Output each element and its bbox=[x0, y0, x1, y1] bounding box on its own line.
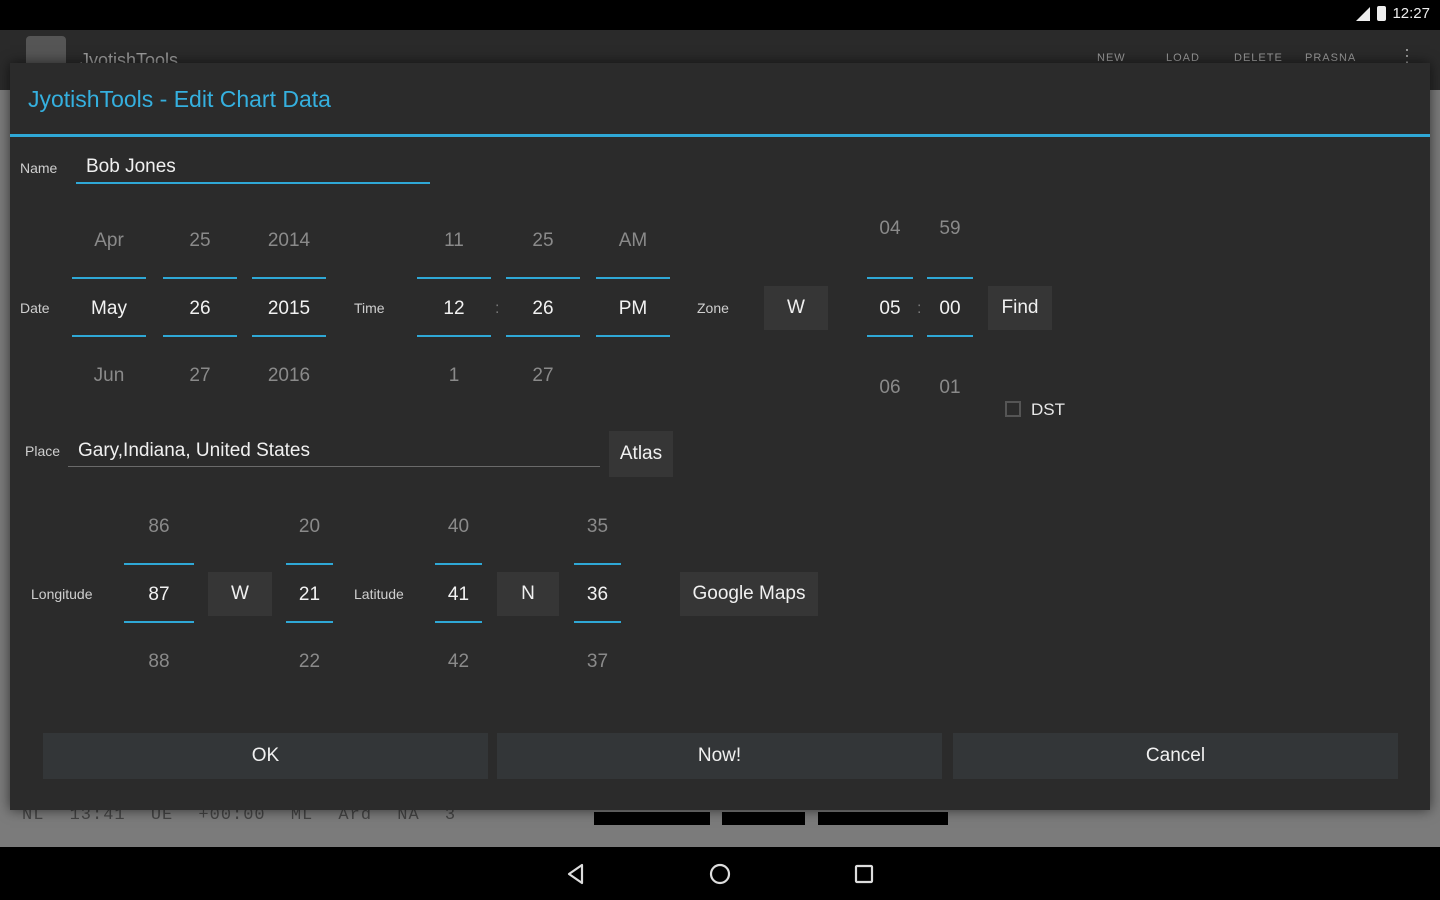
ampm-picker[interactable]: PM bbox=[596, 298, 670, 320]
chart-tab-block bbox=[594, 812, 710, 825]
month-prev[interactable]: Apr bbox=[72, 230, 146, 252]
latitude-degrees-divider-top bbox=[435, 563, 482, 565]
place-label: Place bbox=[25, 443, 61, 459]
dst-checkbox[interactable] bbox=[1005, 401, 1021, 417]
recents-icon[interactable] bbox=[846, 858, 882, 890]
longitude-degrees-next[interactable]: 88 bbox=[124, 651, 194, 673]
longitude-minutes-prev[interactable]: 20 bbox=[286, 516, 333, 538]
minute-prev[interactable]: 25 bbox=[506, 230, 580, 252]
zone-direction-button[interactable]: W bbox=[764, 286, 828, 330]
atlas-button[interactable]: Atlas bbox=[609, 431, 673, 477]
latitude-minutes-divider-bottom bbox=[574, 621, 621, 623]
ok-button[interactable]: OK bbox=[43, 733, 488, 779]
battery-icon bbox=[1377, 6, 1387, 21]
longitude-degrees-divider-top bbox=[124, 563, 194, 565]
longitude-minutes-next[interactable]: 22 bbox=[286, 651, 333, 673]
longitude-minutes-picker[interactable]: 21 bbox=[286, 584, 333, 606]
day-picker[interactable]: 26 bbox=[163, 298, 237, 320]
time-label: Time bbox=[354, 300, 385, 316]
latitude-degrees-prev[interactable]: 40 bbox=[435, 516, 482, 538]
home-icon[interactable] bbox=[702, 858, 738, 890]
google-maps-button[interactable]: Google Maps bbox=[680, 572, 818, 616]
day-next[interactable]: 27 bbox=[163, 365, 237, 387]
ampm-divider-bottom bbox=[596, 335, 670, 337]
find-button[interactable]: Find bbox=[988, 286, 1052, 330]
latitude-degrees-divider-bottom bbox=[435, 621, 482, 623]
zone-hours-prev[interactable]: 04 bbox=[867, 218, 913, 240]
year-prev[interactable]: 2014 bbox=[252, 230, 326, 252]
day-divider-bottom bbox=[163, 335, 237, 337]
longitude-minutes-divider-bottom bbox=[286, 621, 333, 623]
zone-minutes-prev[interactable]: 59 bbox=[927, 218, 973, 240]
latitude-minutes-prev[interactable]: 35 bbox=[574, 516, 621, 538]
status-time: 12:27 bbox=[1392, 5, 1430, 22]
year-divider-top bbox=[252, 277, 326, 279]
minute-divider-top bbox=[506, 277, 580, 279]
month-picker[interactable]: May bbox=[72, 298, 146, 320]
ampm-divider-top bbox=[596, 277, 670, 279]
zone-minutes-picker[interactable]: 00 bbox=[927, 298, 973, 320]
minute-picker[interactable]: 26 bbox=[506, 298, 580, 320]
chart-tab-block bbox=[722, 812, 805, 825]
latitude-degrees-next[interactable]: 42 bbox=[435, 651, 482, 673]
name-input[interactable]: Bob Jones bbox=[86, 156, 176, 178]
year-divider-bottom bbox=[252, 335, 326, 337]
zone-minutes-next[interactable]: 01 bbox=[927, 377, 973, 399]
hour-divider-top bbox=[417, 277, 491, 279]
latitude-minutes-divider-top bbox=[574, 563, 621, 565]
latitude-minutes-next[interactable]: 37 bbox=[574, 651, 621, 673]
date-label: Date bbox=[20, 300, 50, 316]
place-input[interactable]: Gary,Indiana, United States bbox=[78, 440, 310, 462]
dialog-title: JyotishTools - Edit Chart Data bbox=[28, 86, 331, 112]
signal-icon bbox=[1356, 6, 1371, 21]
hour-next[interactable]: 1 bbox=[417, 365, 491, 387]
month-divider-top bbox=[72, 277, 146, 279]
zone-hours-divider-top bbox=[867, 277, 913, 279]
place-input-underline bbox=[68, 466, 600, 467]
zone-minutes-divider-top bbox=[927, 277, 973, 279]
cancel-button[interactable]: Cancel bbox=[953, 733, 1398, 779]
month-next[interactable]: Jun bbox=[72, 365, 146, 387]
month-divider-bottom bbox=[72, 335, 146, 337]
zone-hours-divider-bottom bbox=[867, 335, 913, 337]
name-label: Name bbox=[20, 160, 58, 176]
edit-chart-dialog bbox=[10, 63, 1430, 810]
latitude-direction-button[interactable]: N bbox=[497, 572, 559, 616]
zone-minutes-divider-bottom bbox=[927, 335, 973, 337]
longitude-minutes-divider-top bbox=[286, 563, 333, 565]
name-input-underline bbox=[76, 182, 430, 184]
hour-divider-bottom bbox=[417, 335, 491, 337]
dst-label: DST bbox=[1031, 400, 1065, 419]
day-divider-top bbox=[163, 277, 237, 279]
longitude-degrees-picker[interactable]: 87 bbox=[124, 584, 194, 606]
longitude-degrees-divider-bottom bbox=[124, 621, 194, 623]
hour-picker[interactable]: 12 bbox=[417, 298, 491, 320]
longitude-label: Longitude bbox=[31, 586, 93, 602]
minute-divider-bottom bbox=[506, 335, 580, 337]
ampm-prev[interactable]: AM bbox=[596, 230, 670, 252]
hour-prev[interactable]: 11 bbox=[417, 230, 491, 252]
longitude-degrees-prev[interactable]: 86 bbox=[124, 516, 194, 538]
year-next[interactable]: 2016 bbox=[252, 365, 326, 387]
year-picker[interactable]: 2015 bbox=[252, 298, 326, 320]
minute-next[interactable]: 27 bbox=[506, 365, 580, 387]
zone-separator: : bbox=[917, 300, 922, 317]
now-button[interactable]: Now! bbox=[497, 733, 942, 779]
back-icon[interactable] bbox=[558, 858, 594, 890]
title-divider bbox=[10, 134, 1430, 137]
latitude-label: Latitude bbox=[354, 586, 404, 602]
latitude-minutes-picker[interactable]: 36 bbox=[574, 584, 621, 606]
day-prev[interactable]: 25 bbox=[163, 230, 237, 252]
latitude-degrees-picker[interactable]: 41 bbox=[435, 584, 482, 606]
time-separator: : bbox=[495, 300, 500, 317]
zone-label: Zone bbox=[697, 300, 729, 316]
zone-hours-next[interactable]: 06 bbox=[867, 377, 913, 399]
zone-hours-picker[interactable]: 05 bbox=[867, 298, 913, 320]
longitude-direction-button[interactable]: W bbox=[208, 572, 272, 616]
status-bar bbox=[0, 0, 1440, 30]
chart-tab-block bbox=[818, 812, 948, 825]
status-icons: 12:27 bbox=[1355, 5, 1430, 22]
